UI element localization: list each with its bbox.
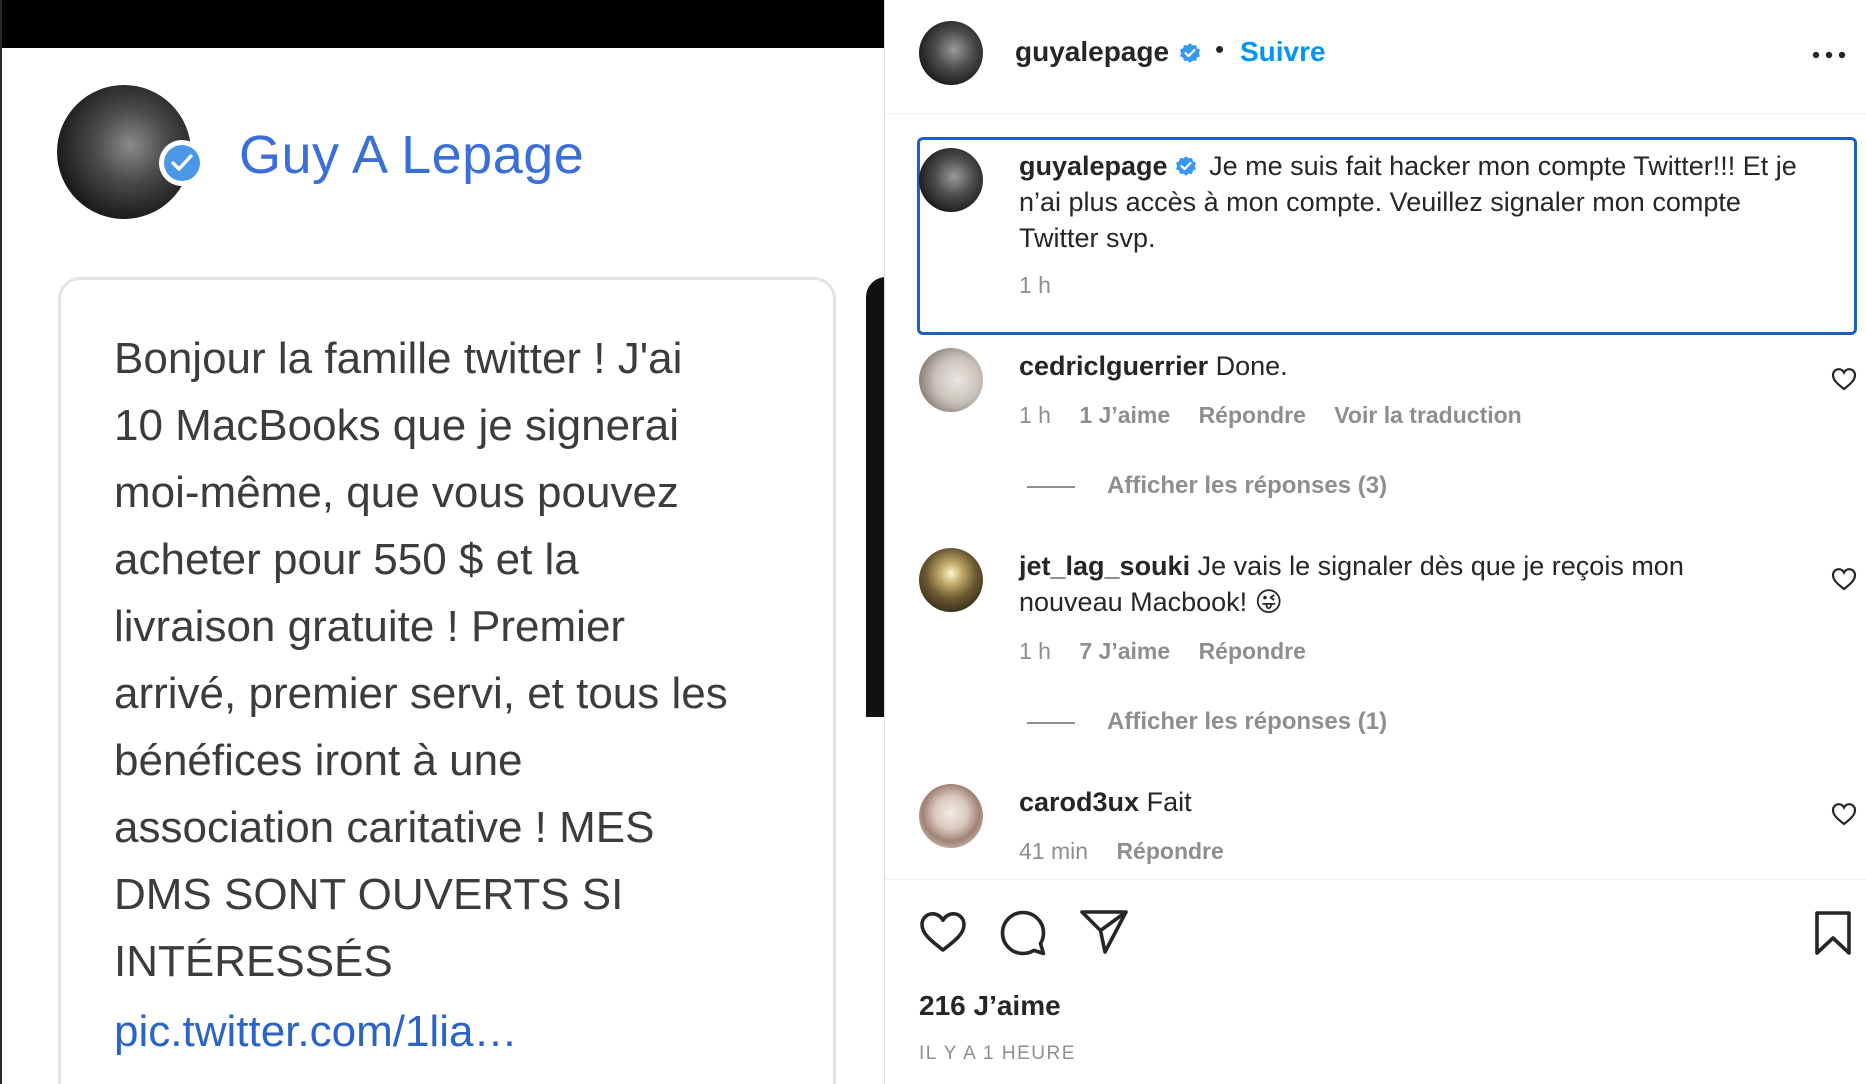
caption-time: 1 h	[1019, 272, 1051, 298]
comment-username[interactable]: carod3ux	[1019, 787, 1139, 817]
tweet-body: Bonjour la famille twitter ! J'ai 10 Mac…	[114, 325, 794, 995]
replies-divider-line	[1027, 485, 1075, 488]
caption-username[interactable]: guyalepage	[1019, 151, 1168, 181]
view-replies-label: Afficher les réponses (1)	[1107, 708, 1388, 735]
tweet-text-line: INTÉRESSÉS	[114, 937, 393, 986]
comment-like-heart-icon[interactable]	[1831, 567, 1857, 591]
comment-likes-link[interactable]: 7 J’aime	[1079, 638, 1170, 664]
comment-username[interactable]: cedriclguerrier	[1019, 351, 1208, 381]
view-replies-button[interactable]: Afficher les réponses (3)	[1027, 472, 1387, 500]
comment-avatar[interactable]	[919, 548, 983, 612]
tweet-text-line: association caritative ! MES	[114, 803, 655, 852]
post-timestamp[interactable]: IL Y A 1 HEURE	[919, 1043, 1076, 1065]
post-header: guyalepage • Suivre	[885, 0, 1866, 114]
comment-time: 1 h	[1019, 402, 1051, 428]
comment-likes-link[interactable]: 1 J’aime	[1079, 402, 1170, 428]
heart-icon[interactable]	[919, 910, 967, 954]
view-replies-button[interactable]: Afficher les réponses (1)	[1027, 708, 1387, 736]
comment-meta: 1 h 7 J’aime Répondre	[1019, 638, 1328, 665]
follow-button[interactable]: Suivre	[1240, 36, 1326, 68]
reply-button[interactable]: Répondre	[1116, 838, 1223, 864]
reply-button[interactable]: Répondre	[1199, 402, 1306, 428]
tweet-text-line: 10 MacBooks que je signerai	[114, 401, 679, 450]
bookmark-icon[interactable]	[1813, 910, 1853, 956]
comment-text: Fait	[1146, 787, 1192, 817]
adjacent-card-edge	[866, 277, 884, 717]
actions-divider	[885, 879, 1866, 880]
caption-author-avatar[interactable]	[919, 148, 983, 212]
tweet-author-name: Guy A Lepage	[239, 125, 585, 185]
comment-like-heart-icon[interactable]	[1831, 367, 1857, 391]
author-username[interactable]: guyalepage	[1015, 36, 1169, 68]
tweet-text-line: acheter pour 550 $ et la	[114, 535, 579, 584]
comment-meta: 41 min Répondre	[1019, 838, 1246, 865]
more-options-icon[interactable]	[1811, 50, 1847, 60]
tweet-text-line: DMS SONT OUVERTS SI	[114, 870, 624, 919]
view-replies-label: Afficher les réponses (3)	[1107, 472, 1388, 499]
comment-time: 1 h	[1019, 638, 1051, 664]
comment-text-block: cedriclguerrier Done.	[1019, 348, 1779, 384]
tweet-text-line: livraison gratuite ! Premier	[114, 602, 626, 651]
likes-count[interactable]: 216 J’aime	[919, 990, 1061, 1022]
comment-text-block: jet_lag_souki Je vais le signaler dès qu…	[1019, 548, 1779, 620]
author-avatar[interactable]	[919, 21, 983, 85]
instagram-post-panel: guyalepage • Suivre guyalepage Je me sui…	[884, 0, 1866, 1084]
comment-avatar[interactable]	[919, 348, 983, 412]
verified-badge-icon	[1180, 43, 1200, 63]
caption-meta: 1 h	[1019, 272, 1073, 299]
separator-dot: •	[1215, 34, 1225, 64]
tweet-text-line: moi-même, que vous pouvez	[114, 468, 679, 517]
tweet-image-link: pic.twitter.com/1lia…	[114, 1007, 518, 1056]
comment-like-heart-icon[interactable]	[1831, 802, 1857, 826]
tweet-text-line: bénéfices iront à une	[114, 736, 523, 785]
tweet-screenshot: Guy A Lepage Bonjour la famille twitter …	[0, 0, 884, 1084]
comment-bubble-icon[interactable]	[999, 909, 1047, 957]
reply-button[interactable]: Répondre	[1199, 638, 1306, 664]
tweet-text-line: arrivé, premier servi, et tous les	[114, 669, 728, 718]
comment-text-block: carod3ux Fait	[1019, 784, 1779, 820]
caption-text-block: guyalepage Je me suis fait hacker mon co…	[1019, 148, 1819, 256]
paper-plane-icon[interactable]	[1079, 908, 1129, 956]
comment-time: 41 min	[1019, 838, 1089, 864]
verified-badge-icon	[1175, 156, 1196, 176]
comment-username[interactable]: jet_lag_souki	[1019, 551, 1190, 581]
tweet-text-line: Bonjour la famille twitter ! J'ai	[114, 334, 683, 383]
tweet-top-bar	[2, 0, 884, 48]
verified-badge-icon	[159, 140, 205, 186]
comment-text: Done.	[1215, 351, 1288, 381]
replies-divider-line	[1027, 721, 1075, 724]
comment-avatar[interactable]	[919, 784, 983, 848]
comment-meta: 1 h 1 J’aime Répondre Voir la traduction	[1019, 402, 1544, 429]
see-translation-link[interactable]: Voir la traduction	[1334, 402, 1521, 428]
